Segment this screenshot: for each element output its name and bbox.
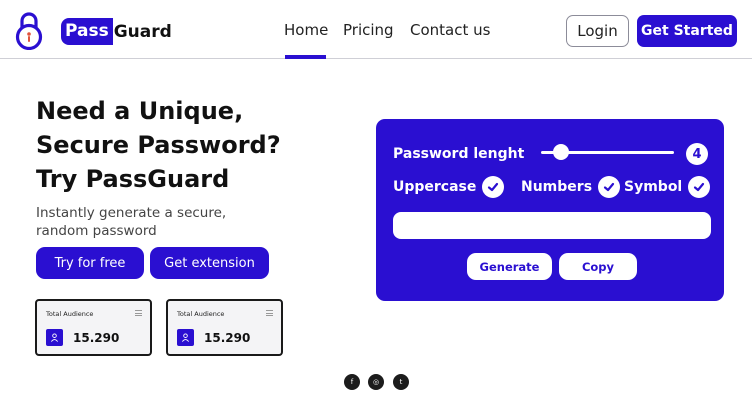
password-length-label: Password lenght — [393, 146, 525, 162]
site-header: Pass Guard Home Pricing Contact us Login … — [0, 0, 752, 59]
active-nav-indicator — [285, 55, 326, 59]
password-output-field[interactable] — [393, 212, 711, 239]
get-extension-button[interactable]: Get extension — [150, 247, 269, 279]
hero-subtitle-line: Instantly generate a secure, — [36, 205, 227, 221]
get-started-button[interactable]: Get Started — [637, 15, 737, 47]
try-for-free-button[interactable]: Try for free — [36, 247, 144, 279]
instagram-icon[interactable]: ◎ — [368, 374, 384, 390]
option-label: Uppercase — [393, 179, 477, 195]
stat-card: Total Audience 15.290 — [166, 299, 283, 356]
nav-pricing[interactable]: Pricing — [343, 21, 394, 39]
twitter-icon[interactable]: t — [393, 374, 409, 390]
option-uppercase[interactable]: Uppercase — [393, 176, 505, 198]
hero-subtitle-line: random password — [36, 223, 157, 239]
menu-icon[interactable] — [266, 310, 273, 316]
hero-title-line: Need a Unique, — [36, 97, 244, 125]
user-icon — [177, 329, 194, 346]
hero-title: Need a Unique, Secure Password? Try Pass… — [36, 94, 326, 196]
option-label: Numbers — [521, 179, 593, 195]
generate-button[interactable]: Generate — [467, 253, 552, 280]
hero-title-line: Try PassGuard — [36, 165, 230, 193]
stat-card: Total Audience 15.290 — [35, 299, 152, 356]
check-icon[interactable] — [482, 176, 505, 198]
login-button[interactable]: Login — [566, 15, 629, 47]
lock-logo-icon — [15, 12, 43, 50]
facebook-icon[interactable]: f — [344, 374, 360, 390]
hero-subtitle: Instantly generate a secure, random pass… — [36, 204, 266, 240]
copy-button[interactable]: Copy — [559, 253, 637, 280]
brand-guard: Guard — [113, 21, 172, 42]
stat-value: 15.290 — [73, 331, 120, 345]
nav-home[interactable]: Home — [284, 21, 328, 39]
brand-pass: Pass — [61, 18, 113, 45]
stat-label: Total Audience — [46, 310, 94, 318]
brand-logo[interactable]: Pass Guard — [61, 18, 172, 45]
nav-contact[interactable]: Contact us — [410, 21, 490, 39]
hero-title-line: Secure Password? — [36, 131, 281, 159]
length-value-badge: 4 — [686, 143, 708, 165]
menu-icon[interactable] — [135, 310, 142, 316]
check-icon[interactable] — [598, 176, 621, 198]
option-symbol[interactable]: Symbol — [624, 176, 711, 198]
option-numbers[interactable]: Numbers — [521, 176, 621, 198]
check-icon[interactable] — [688, 176, 711, 198]
password-generator-panel: Password lenght 4 Uppercase Numbers Symb… — [376, 119, 724, 301]
user-icon — [46, 329, 63, 346]
stat-label: Total Audience — [177, 310, 225, 318]
option-label: Symbol — [624, 179, 683, 195]
length-slider-thumb[interactable] — [553, 144, 569, 160]
stat-value: 15.290 — [204, 331, 251, 345]
